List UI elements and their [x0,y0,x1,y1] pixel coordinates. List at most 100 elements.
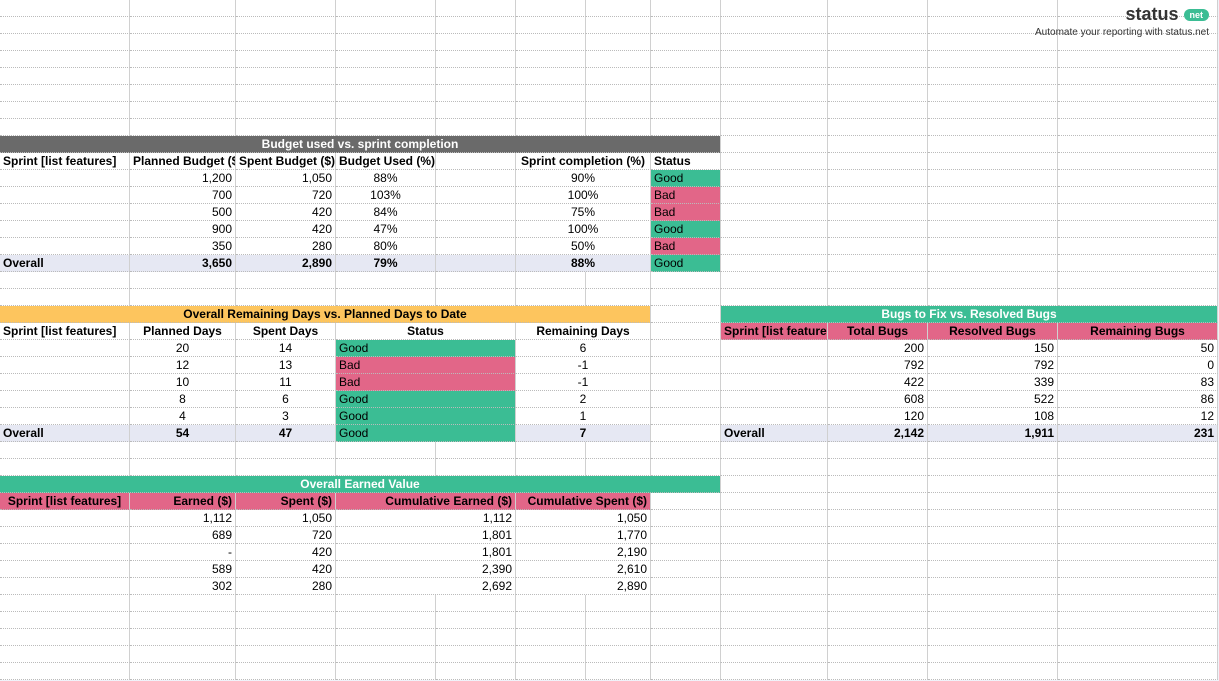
grid-cell[interactable] [651,510,721,527]
grid-cell[interactable] [651,595,721,612]
grid-cell[interactable] [721,204,828,221]
table4-cspent[interactable]: 1,770 [516,527,651,544]
grid-cell[interactable] [928,646,1058,663]
grid-cell[interactable] [586,68,651,85]
grid-cell[interactable] [928,595,1058,612]
grid-cell[interactable] [721,51,828,68]
grid-cell[interactable] [436,595,516,612]
grid-cell[interactable] [1058,289,1218,306]
grid-cell[interactable] [828,136,928,153]
grid-cell[interactable] [928,68,1058,85]
grid-cell[interactable] [1058,102,1218,119]
grid-cell[interactable] [828,442,928,459]
grid-cell[interactable] [0,102,130,119]
grid-cell[interactable] [516,289,586,306]
grid-cell[interactable] [828,544,928,561]
grid-cell[interactable] [1058,493,1218,510]
grid-cell[interactable] [516,85,586,102]
grid-cell[interactable] [651,578,721,595]
grid-cell[interactable] [236,85,336,102]
table2-status[interactable]: Good [336,340,516,357]
grid-cell[interactable] [828,170,928,187]
grid-cell[interactable] [721,272,828,289]
grid-cell[interactable] [336,629,436,646]
grid-cell[interactable] [436,289,516,306]
table4-earned[interactable]: 589 [130,561,236,578]
grid-cell[interactable] [828,68,928,85]
grid-cell[interactable] [651,629,721,646]
table1-sprint[interactable] [0,221,130,238]
grid-cell[interactable] [828,510,928,527]
grid-cell[interactable] [928,221,1058,238]
grid-cell[interactable] [0,17,130,34]
grid-cell[interactable] [436,272,516,289]
grid-cell[interactable] [651,612,721,629]
table2-sprint[interactable] [0,391,130,408]
grid-cell[interactable] [130,459,236,476]
grid-cell[interactable] [336,102,436,119]
grid-cell[interactable] [828,85,928,102]
table1-used[interactable]: 88% [336,170,436,187]
grid-cell[interactable] [130,0,236,17]
grid-cell[interactable] [928,272,1058,289]
grid-cell[interactable] [651,442,721,459]
grid-cell[interactable] [828,51,928,68]
table4-cspent[interactable]: 2,610 [516,561,651,578]
grid-cell[interactable] [1058,459,1218,476]
grid-cell[interactable] [828,119,928,136]
grid-cell[interactable] [0,51,130,68]
grid-cell[interactable] [828,578,928,595]
table4-cearn[interactable]: 1,112 [336,510,516,527]
grid-cell[interactable] [516,646,586,663]
grid-cell[interactable] [236,442,336,459]
grid-cell[interactable] [0,272,130,289]
grid-cell[interactable] [516,119,586,136]
grid-cell[interactable] [721,187,828,204]
grid-cell[interactable] [651,357,721,374]
grid-cell[interactable] [130,34,236,51]
grid-cell[interactable] [928,153,1058,170]
table4-earned[interactable]: 689 [130,527,236,544]
table3-resolved[interactable]: 522 [928,391,1058,408]
grid-cell[interactable] [516,0,586,17]
grid-cell[interactable] [436,34,516,51]
grid-cell[interactable] [336,85,436,102]
grid-cell[interactable] [336,442,436,459]
grid-cell[interactable] [436,663,516,680]
grid-cell[interactable] [586,646,651,663]
grid-cell[interactable] [516,102,586,119]
table4-cearn[interactable]: 1,801 [336,527,516,544]
grid-cell[interactable] [1058,510,1218,527]
grid-cell[interactable] [651,425,721,442]
grid-cell[interactable] [336,289,436,306]
grid-cell[interactable] [586,663,651,680]
grid-cell[interactable] [928,289,1058,306]
table4-spent[interactable]: 720 [236,527,336,544]
table3-remain[interactable]: 83 [1058,374,1218,391]
grid-cell[interactable] [928,170,1058,187]
table1-planned[interactable]: 500 [130,204,236,221]
grid-cell[interactable] [928,442,1058,459]
table1-status[interactable]: Bad [651,238,721,255]
table4-cearn[interactable]: 2,692 [336,578,516,595]
table2-spent[interactable]: 13 [236,357,336,374]
table2-planned[interactable]: 20 [130,340,236,357]
grid-cell[interactable] [721,595,828,612]
grid-cell[interactable] [651,340,721,357]
grid-cell[interactable] [336,612,436,629]
grid-cell[interactable] [236,68,336,85]
table2-planned[interactable]: 10 [130,374,236,391]
grid-cell[interactable] [721,170,828,187]
grid-cell[interactable] [586,612,651,629]
table4-earned[interactable]: - [130,544,236,561]
grid-cell[interactable] [1058,442,1218,459]
grid-cell[interactable] [721,578,828,595]
grid-cell[interactable] [436,0,516,17]
grid-cell[interactable] [828,663,928,680]
grid-cell[interactable] [236,0,336,17]
grid-cell[interactable] [436,85,516,102]
grid-cell[interactable] [516,51,586,68]
grid-cell[interactable] [651,0,721,17]
table1-used[interactable]: 103% [336,187,436,204]
table2-status[interactable]: Bad [336,374,516,391]
